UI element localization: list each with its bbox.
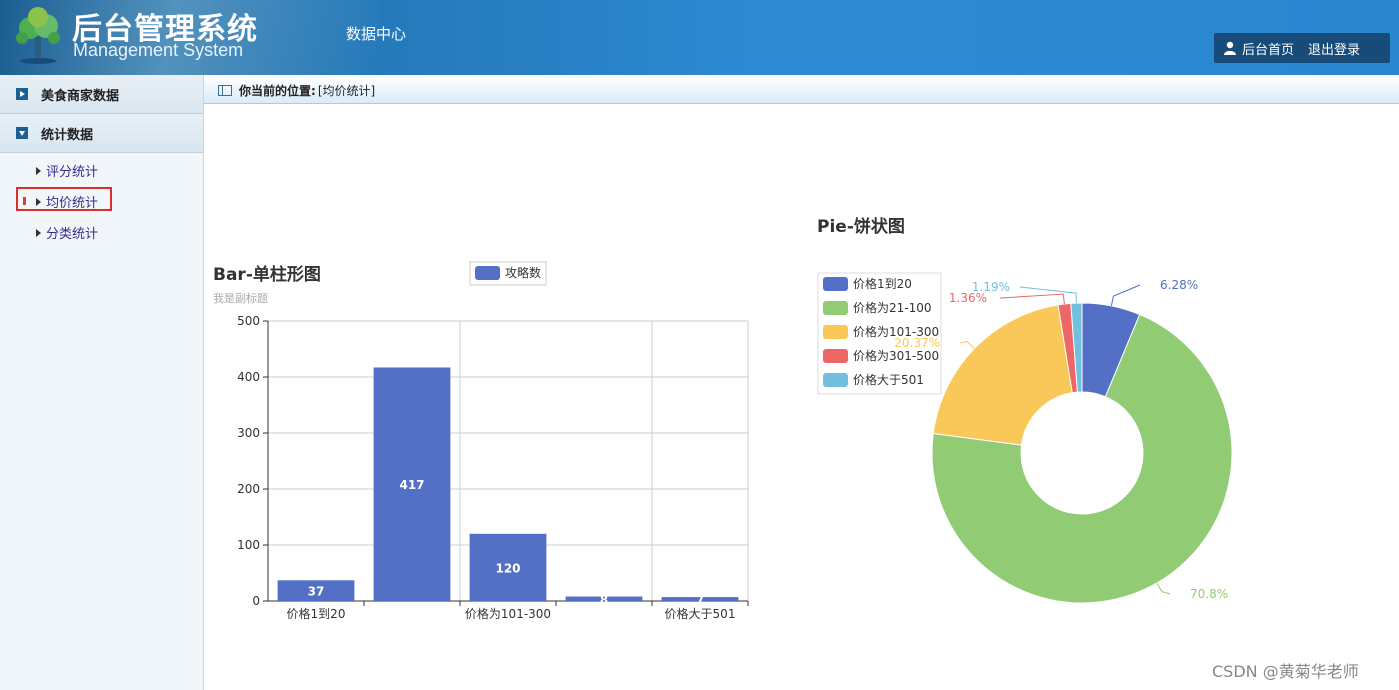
user-box: 后台首页 退出登录 bbox=[1214, 33, 1390, 63]
logout-link[interactable]: 退出登录 bbox=[1308, 39, 1360, 58]
breadcrumb-current: [均价统计] bbox=[317, 83, 376, 98]
header-bar: 后台管理系统 Management System 数据中心 后台首页 退出登录 bbox=[0, 0, 1399, 75]
play-down-icon bbox=[16, 127, 28, 139]
pie-label-line bbox=[959, 341, 975, 349]
pie-value-label: 70.8% bbox=[1190, 587, 1228, 601]
page-icon bbox=[218, 84, 232, 96]
sidebar-item-label: 分类统计 bbox=[46, 227, 99, 242]
pie-marks: 6.28%70.8%20.37%1.36%1.19% bbox=[894, 278, 1233, 604]
watermark: CSDN @黄菊华老师 bbox=[1212, 662, 1359, 681]
sidebar-item-rating-stats[interactable]: 评分统计 bbox=[0, 155, 203, 186]
home-link[interactable]: 后台首页 bbox=[1242, 39, 1294, 58]
legend-label: 价格为21-100 bbox=[853, 300, 932, 315]
legend-swatch bbox=[823, 277, 848, 291]
bar-chart-title: Bar-单柱形图 bbox=[213, 264, 321, 285]
pie-chart: Pie-饼状图 价格1到20价格为21-100价格为101-300价格为301-… bbox=[817, 216, 1233, 604]
legend-label: 攻略数 bbox=[505, 265, 541, 280]
legend-label: 价格大于501 bbox=[853, 372, 924, 387]
bar-value-label: 120 bbox=[495, 561, 520, 575]
pie-value-label: 1.19% bbox=[972, 280, 1010, 294]
legend-label: 价格为301-500 bbox=[853, 348, 939, 363]
legend-swatch bbox=[823, 325, 848, 339]
legend-swatch bbox=[823, 349, 848, 363]
pie-label-line bbox=[1110, 284, 1141, 307]
pie-label-line bbox=[999, 293, 1065, 305]
bar-marks: 37 价格1到20 417 120 价格为101-300 8 7价格大于501 bbox=[277, 367, 739, 621]
sidebar-group-stats[interactable]: 统计数据 bbox=[0, 114, 203, 153]
y-tick-label: 200 bbox=[237, 482, 260, 496]
x-tick-label: 价格1到20 bbox=[287, 606, 346, 621]
sidebar-group-label: 统计数据 bbox=[41, 127, 94, 143]
app-subtitle: Management System bbox=[73, 40, 244, 60]
sidebar: 美食商家数据 统计数据 评分统计 均价统计 分类统计 bbox=[0, 75, 204, 690]
breadcrumb-prefix: 你当前的位置: bbox=[239, 83, 316, 98]
sidebar-group-merchant[interactable]: 美食商家数据 bbox=[0, 75, 203, 114]
pie-value-label: 20.37% bbox=[894, 336, 940, 350]
legend-label: 价格1到20 bbox=[853, 276, 912, 291]
tree-logo-icon bbox=[16, 7, 60, 64]
pie-chart-title: Pie-饼状图 bbox=[817, 216, 905, 237]
bar-value-label: 8 bbox=[600, 593, 608, 607]
sidebar-item-category-stats[interactable]: 分类统计 bbox=[0, 217, 203, 248]
bar-chart-subtitle: 我是副标题 bbox=[213, 291, 268, 305]
y-tick-label: 100 bbox=[237, 538, 260, 552]
bar-value-label: 417 bbox=[399, 478, 424, 492]
legend-swatch bbox=[823, 373, 848, 387]
pie-value-label: 6.28% bbox=[1160, 278, 1198, 292]
legend-swatch bbox=[823, 301, 848, 315]
nav-data-center[interactable]: 数据中心 bbox=[346, 23, 406, 44]
user-icon bbox=[1224, 41, 1236, 55]
x-tick-label: 价格大于501 bbox=[665, 606, 736, 621]
bar-value-label: 37 bbox=[308, 585, 325, 599]
sidebar-item-label: 评分统计 bbox=[46, 165, 99, 180]
legend-swatch bbox=[475, 266, 500, 280]
bar-legend[interactable]: 攻略数 bbox=[469, 261, 547, 286]
highlight-box bbox=[16, 187, 112, 211]
play-right-icon bbox=[16, 88, 28, 100]
breadcrumb: 你当前的位置: [均价统计] bbox=[204, 77, 1399, 104]
bar-value-label: 7 bbox=[696, 593, 704, 607]
arrow-right-icon bbox=[36, 166, 41, 175]
x-tick-label: 价格为101-300 bbox=[465, 606, 551, 621]
y-tick-label: 0 bbox=[252, 594, 260, 608]
bar-chart: Bar-单柱形图 我是副标题 攻略数 0 100 200 300 400 500 37 价格… bbox=[213, 261, 749, 621]
y-tick-label: 500 bbox=[237, 314, 260, 328]
arrow-right-icon bbox=[36, 228, 41, 237]
pie-label-line bbox=[1156, 582, 1171, 595]
pie-slice[interactable] bbox=[932, 304, 1073, 446]
sidebar-group-label: 美食商家数据 bbox=[41, 88, 120, 104]
pie-legend[interactable]: 价格1到20价格为21-100价格为101-300价格为301-500价格大于5… bbox=[817, 272, 942, 395]
y-tick-label: 400 bbox=[237, 370, 260, 384]
y-tick-label: 300 bbox=[237, 426, 260, 440]
